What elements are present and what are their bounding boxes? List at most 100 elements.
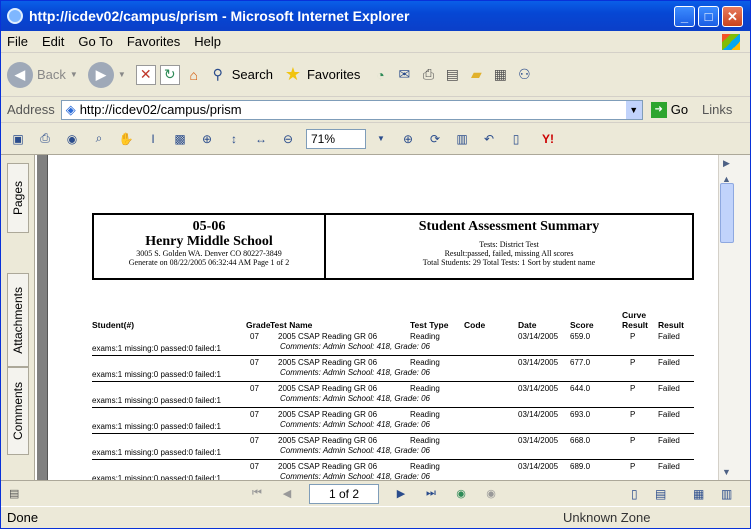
stop-icon[interactable]: ✕ [135, 64, 156, 85]
report-tests: Tests: District Test [479, 240, 539, 249]
find-icon[interactable]: ⌕ [90, 130, 108, 148]
zoom-in-tool-icon[interactable]: ⊕ [198, 130, 216, 148]
cell-score: 668.0 [570, 436, 591, 445]
yahoo-icon[interactable]: Y! [534, 130, 562, 148]
prev-page-icon[interactable]: ◀ [279, 486, 295, 502]
report-page: 05-06 Henry Middle School 3005 S. Golden… [47, 155, 721, 480]
tab-pages[interactable]: Pages [7, 163, 29, 233]
cell-grade: 07 [250, 436, 259, 445]
report-result-filter: Result:passed, failed, missing All score… [444, 249, 574, 258]
cell-score: 693.0 [570, 410, 591, 419]
school-year: 05-06 [192, 219, 226, 234]
print-pdf-icon[interactable]: ⎙ [36, 130, 54, 148]
go-button[interactable]: ➜ Go [650, 101, 688, 118]
next-page-icon[interactable]: ▶ [393, 486, 409, 502]
doc-icon[interactable]: ▯ [507, 130, 525, 148]
col-code: Code [464, 320, 486, 330]
cell-date: 03/14/2005 [518, 436, 559, 445]
previous-view-icon[interactable]: ◉ [453, 486, 469, 502]
fit-width-icon[interactable]: ↔ [252, 130, 270, 148]
save-icon[interactable]: ▣ [9, 130, 27, 148]
cell-type: Reading [410, 436, 440, 445]
menu-file[interactable]: File [7, 34, 28, 49]
pane-toggle-icon[interactable]: ▤ [9, 487, 19, 500]
page-area[interactable]: 05-06 Henry Middle School 3005 S. Golden… [37, 155, 734, 480]
scroll-right-icon[interactable]: ▶ [719, 155, 734, 171]
page-number-input[interactable]: 1 of 2 [309, 483, 379, 504]
address-url: http://icdev02/campus/prism [79, 102, 242, 117]
menu-edit[interactable]: Edit [42, 34, 64, 49]
school-info: 05-06 Henry Middle School 3005 S. Golden… [94, 215, 326, 278]
cell-curve: P [630, 410, 636, 419]
continuous-icon[interactable]: ▤ [655, 487, 666, 501]
home-icon[interactable]: ⌂ [184, 65, 204, 85]
edit-icon[interactable]: ▤ [442, 65, 462, 85]
col-curve: Curve [622, 310, 647, 320]
forward-button[interactable]: ▶ ▼ [87, 61, 126, 88]
spell-icon[interactable]: ▥ [453, 130, 471, 148]
pdf-nav-bar: ▤ ⏮ ◀ 1 of 2 ▶ ⏭ ◉ ◉ ▯ ▤ ▦ ▥ [1, 480, 750, 506]
back-arrow-icon: ◀ [7, 61, 33, 88]
cell-test: 2005 CSAP Reading GR 06 [278, 410, 378, 419]
first-page-icon[interactable]: ⏮ [249, 486, 265, 502]
next-view-icon[interactable]: ◉ [483, 486, 499, 502]
table-row: 07 2005 CSAP Reading GR 06 Reading 03/14/20… [92, 330, 694, 356]
col-date: Date [518, 320, 537, 330]
research-icon[interactable]: ▦ [490, 65, 510, 85]
tab-attachments[interactable]: Attachments [7, 273, 29, 367]
menu-help[interactable]: Help [194, 34, 221, 49]
select-text-icon[interactable]: I [144, 130, 162, 148]
zoom-dropdown-icon[interactable]: ▼ [372, 130, 390, 148]
folder-icon[interactable]: ▰ [466, 65, 486, 85]
scroll-thumb[interactable] [720, 183, 734, 243]
address-input[interactable]: ◈ http://icdev02/campus/prism ▼ [60, 99, 643, 120]
maximize-button[interactable]: □ [698, 6, 719, 27]
col-result: Result [658, 320, 684, 330]
refresh-icon[interactable]: ↻ [159, 64, 180, 85]
zoom-out-icon[interactable]: ⊖ [279, 130, 297, 148]
actual-size-icon[interactable]: ↕ [225, 130, 243, 148]
last-page-icon[interactable]: ⏭ [423, 486, 439, 502]
forward-dropdown-icon[interactable]: ▼ [118, 70, 126, 79]
browser-toolbar: ◀ Back ▼ ▶ ▼ ✕ ↻ ⌂ ⚲ Search ★ Favorites … [1, 53, 750, 97]
print-icon[interactable]: ⎙ [418, 65, 438, 85]
cell-grade: 07 [250, 462, 259, 471]
snapshot-icon[interactable]: ▩ [171, 130, 189, 148]
row-comment: Comments: Admin School: 418, Grade: 06 [280, 342, 430, 351]
tab-attachments-label: Attachments [11, 286, 25, 354]
tab-comments[interactable]: Comments [7, 367, 29, 455]
address-dropdown-icon[interactable]: ▼ [625, 100, 642, 119]
browser-window: http://icdev02/campus/prism - Microsoft … [0, 0, 751, 529]
ie-icon [7, 8, 23, 24]
single-page-icon[interactable]: ▯ [631, 487, 638, 501]
continuous-facing-icon[interactable]: ▥ [721, 487, 732, 501]
scroll-down-icon[interactable]: ▼ [719, 464, 734, 480]
back-dropdown-icon[interactable]: ▼ [70, 70, 78, 79]
undo-icon[interactable]: ↶ [480, 130, 498, 148]
favorites-button[interactable]: ★ Favorites [283, 64, 361, 85]
zoom-in-icon[interactable]: ⊕ [399, 130, 417, 148]
cell-type: Reading [410, 358, 440, 367]
facing-icon[interactable]: ▦ [693, 487, 704, 501]
cell-score: 659.0 [570, 332, 591, 341]
outer-scrollbar[interactable] [734, 155, 750, 480]
minimize-button[interactable]: _ [674, 6, 695, 27]
history-icon[interactable]: ◔ [370, 65, 390, 85]
email-icon[interactable]: ◉ [63, 130, 81, 148]
menu-goto[interactable]: Go To [78, 34, 112, 49]
vertical-scrollbar[interactable]: ▶ ▲ ▼ [718, 155, 734, 480]
hand-tool-icon[interactable]: ✋ [117, 130, 135, 148]
status-text: Done [7, 510, 39, 525]
links-button[interactable]: Links [702, 102, 732, 117]
back-button[interactable]: ◀ Back ▼ [7, 61, 78, 88]
rotate-icon[interactable]: ⟳ [426, 130, 444, 148]
cell-date: 03/14/2005 [518, 358, 559, 367]
cell-score: 677.0 [570, 358, 591, 367]
search-button[interactable]: ⚲ Search [208, 65, 273, 85]
report-title: Student Assessment Summary [418, 219, 600, 234]
zoom-input[interactable]: 71% [306, 128, 366, 149]
messenger-icon[interactable]: ⚇ [514, 65, 534, 85]
close-button[interactable]: ✕ [722, 6, 743, 27]
mail-icon[interactable]: ✉ [394, 65, 414, 85]
menu-favorites[interactable]: Favorites [127, 34, 180, 49]
